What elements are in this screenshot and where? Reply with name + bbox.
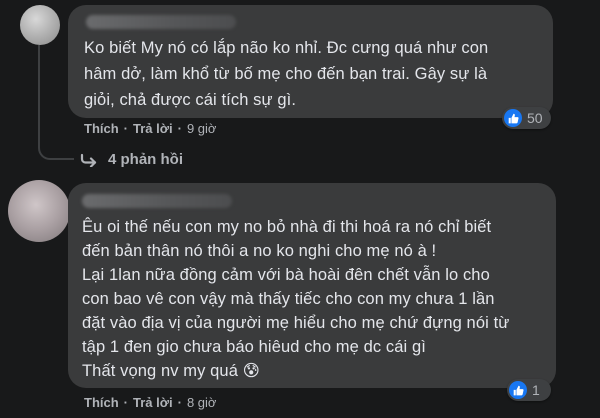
avatar[interactable] xyxy=(20,5,60,45)
author-name-redacted[interactable] xyxy=(86,15,236,29)
thread-line xyxy=(38,45,74,160)
reply-button[interactable]: Trả lời xyxy=(133,121,173,136)
separator-dot: · xyxy=(177,121,182,136)
like-button[interactable]: Thích xyxy=(84,395,119,410)
replies-count-label[interactable]: 4 phản hồi xyxy=(108,151,183,168)
reaction-summary[interactable]: 1 xyxy=(507,379,551,401)
like-icon xyxy=(504,109,522,127)
timestamp[interactable]: 9 giờ xyxy=(187,121,217,136)
avatar[interactable] xyxy=(8,180,70,242)
comment-actions: Thích · Trả lời · 9 giờ xyxy=(84,121,216,136)
comment-actions: Thích · Trả lời · 8 giờ xyxy=(84,395,216,410)
author-name-redacted[interactable] xyxy=(82,194,232,208)
comment-bubble: Êu oi thế nếu con my no bỏ nhà đi thi ho… xyxy=(68,183,556,388)
reaction-count: 1 xyxy=(532,382,540,398)
like-icon xyxy=(509,381,527,399)
reply-button[interactable]: Trả lời xyxy=(133,395,173,410)
separator-dot: · xyxy=(177,395,182,410)
reaction-summary[interactable]: 50 xyxy=(502,107,551,129)
separator-dot: · xyxy=(123,121,129,136)
comment-bubble: Ko biết My nó có lắp não ko nhỉ. Đc cưng… xyxy=(68,5,553,118)
reaction-count: 50 xyxy=(527,110,543,126)
comment-text: Êu oi thế nếu con my no bỏ nhà đi thi ho… xyxy=(82,218,510,380)
like-button[interactable]: Thích xyxy=(84,121,119,136)
reply-arrow-icon xyxy=(80,153,97,167)
view-replies-link[interactable]: 4 phản hồi xyxy=(80,151,183,168)
comment-text: Ko biết My nó có lắp não ko nhỉ. Đc cưng… xyxy=(84,39,489,109)
timestamp[interactable]: 8 giờ xyxy=(187,395,217,410)
separator-dot: · xyxy=(123,395,129,410)
